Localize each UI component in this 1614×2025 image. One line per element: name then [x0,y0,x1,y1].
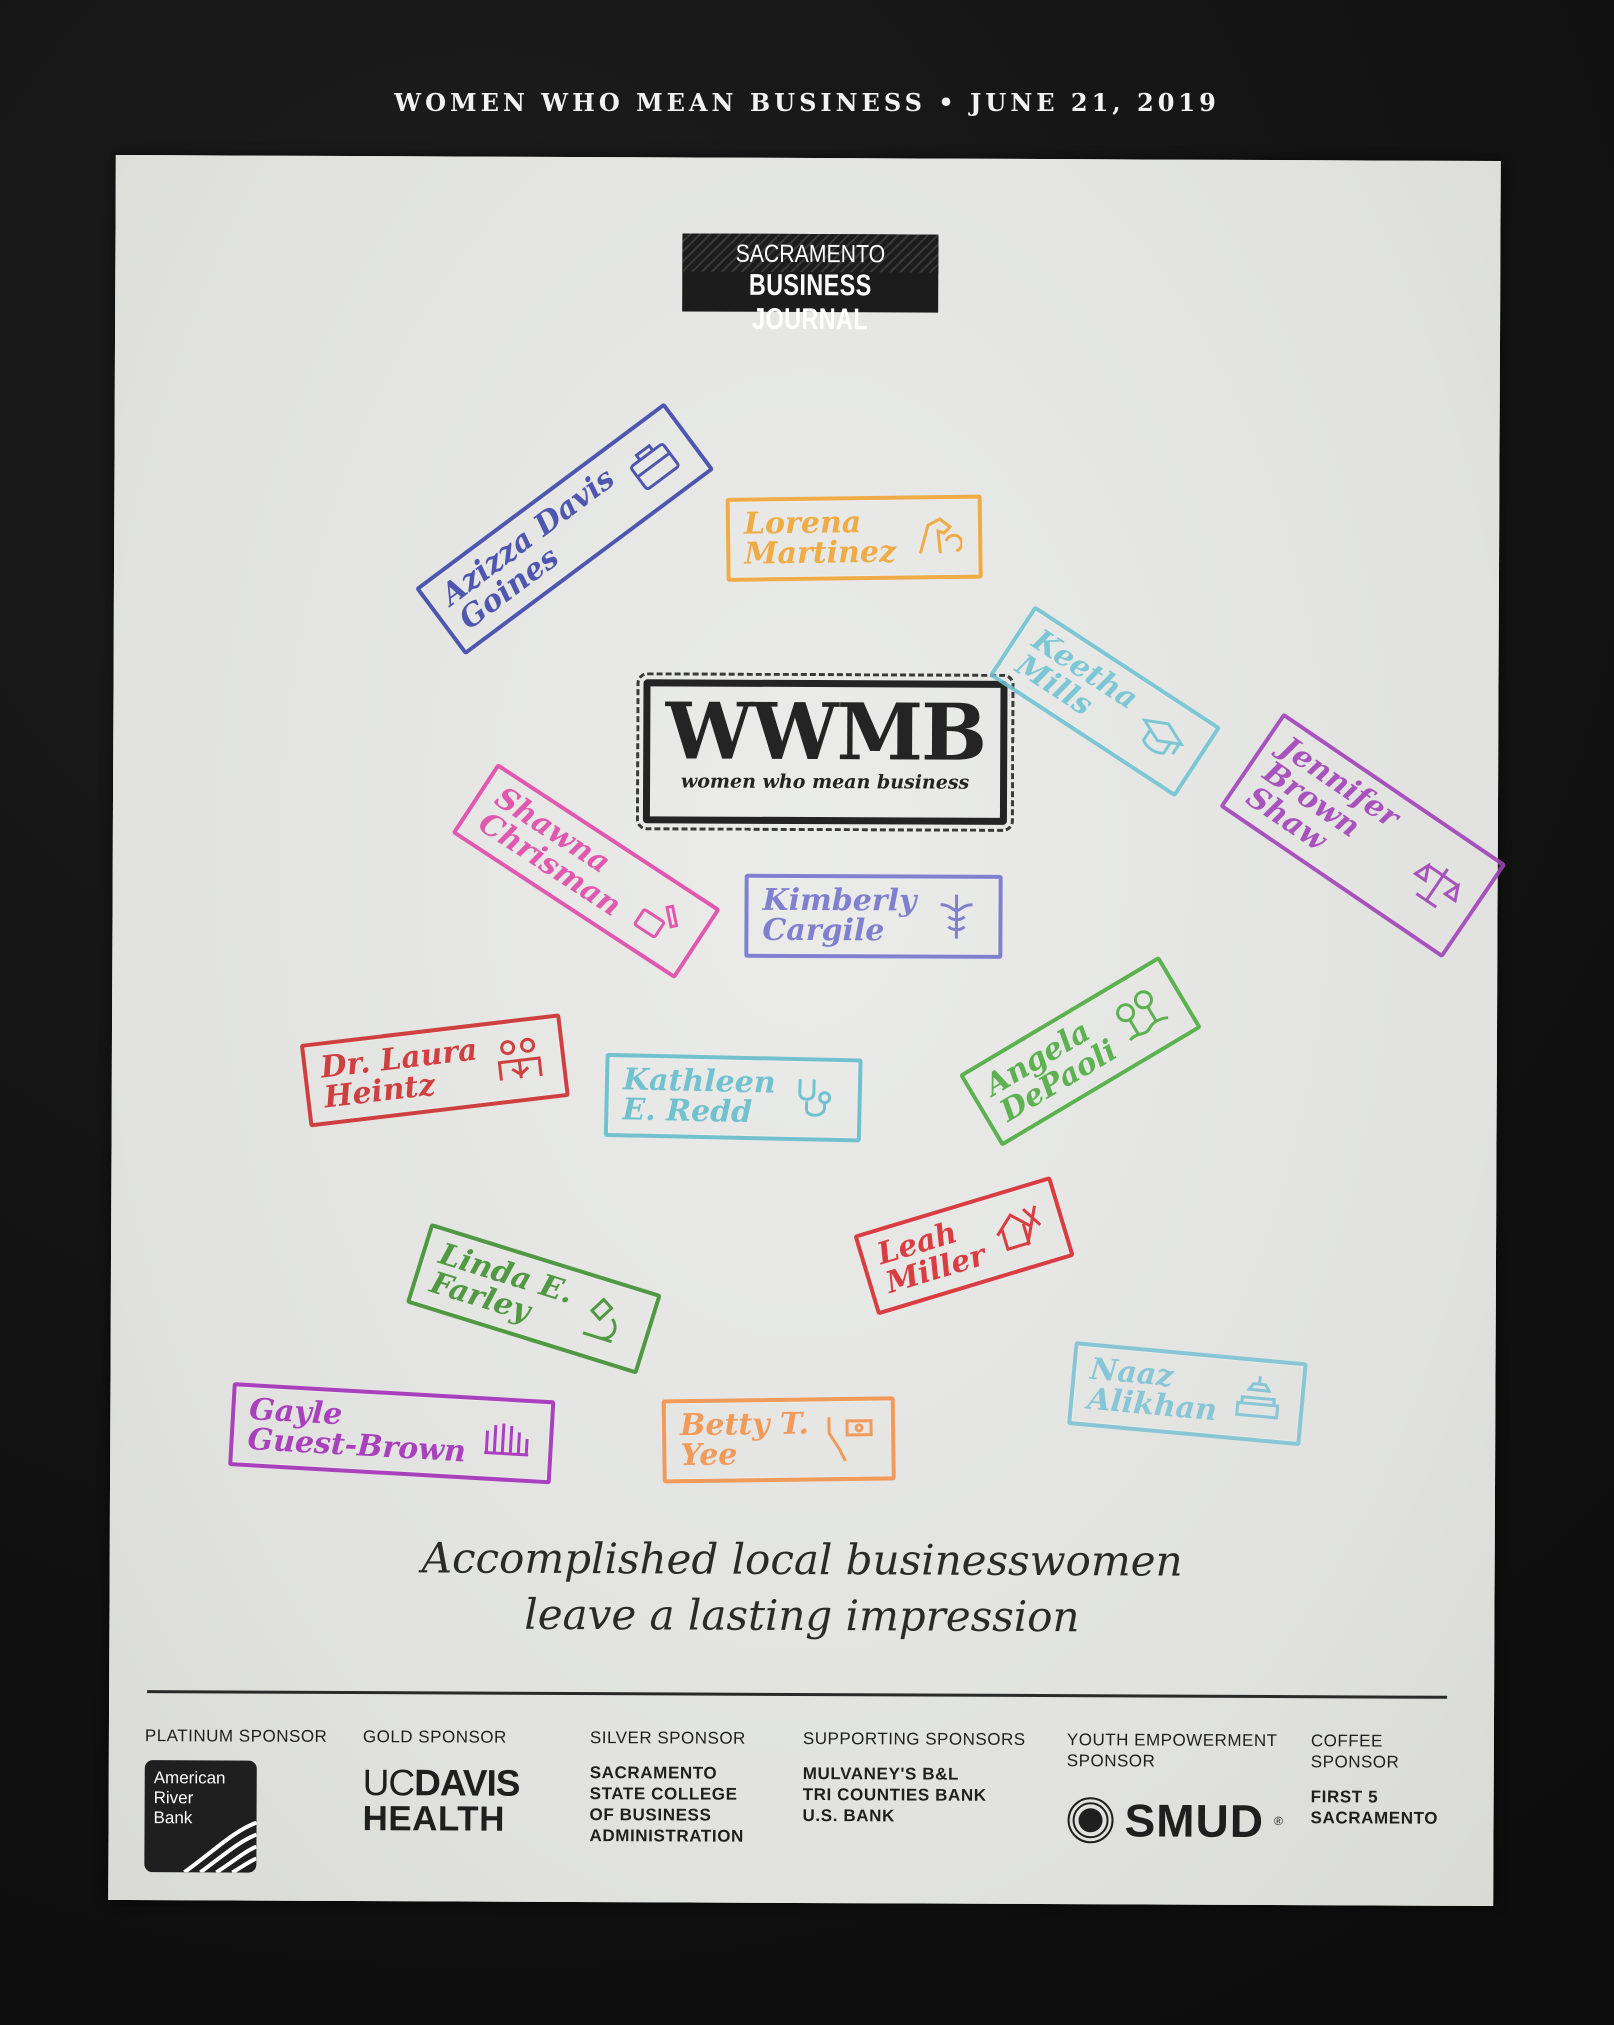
cover-sheet: SACRAMENTO BUSINESS JOURNAL WWMB women w… [108,154,1507,1907]
wwmb-stamp-logo: WWMB women who mean business [635,672,1015,832]
sponsor-names: MULVANEY'S B&L TRI COUNTIES BANK U.S. BA… [802,1763,987,1826]
sponsor-gold: GOLD SPONSOR UCDAVIS HEALTH [362,1726,520,1839]
stamp-kimberly-cargile: Kimberly Cargile [744,873,1003,959]
honoree-name: Lorena Martinez [743,505,897,572]
honoree-name: Leah Miller [873,1215,990,1301]
california-money-icon [823,1413,876,1466]
honoree-name: Dr. Laura Heintz [318,1032,480,1116]
issue-dateline: WOMEN WHO MEAN BUSINESS • JUNE 21, 2019 [394,88,1220,117]
trees-icon [1105,979,1176,1050]
stamp-betty-t-yee: Betty T. Yee [661,1396,896,1484]
smud-text: SMUD [1124,1794,1265,1848]
stamp-gayle-guest-brown: Gayle Guest-Brown [228,1382,555,1485]
sponsor-platinum: PLATINUM SPONSOR American River Bank [144,1725,327,1873]
house-tools-icon [987,1197,1052,1262]
caduceus-icon [930,891,982,943]
smud-circle-icon [1067,1797,1114,1844]
paint-icon [623,883,695,955]
arb-logo-text: American River Bank [153,1768,226,1828]
stamp-lorena-martinez: Lorena Martinez [725,494,983,582]
honoree-name: Kathleen E. Redd [622,1062,776,1131]
footer-divider [147,1690,1448,1699]
honoree-name: Angela DePaoli [978,1013,1124,1130]
sponsor-names: FIRST 5 SACRAMENTO [1310,1787,1439,1828]
uc-davis-health-logo[interactable]: UCDAVIS HEALTH [362,1762,520,1839]
microscope-icon [573,1289,638,1354]
family-icon [490,1032,548,1090]
honoree-name: Gayle Guest-Brown [246,1392,467,1470]
sponsor-youth: YOUTH EMPOWERMENT SPONSOR SMUD ® [1066,1729,1283,1848]
hands-icon [479,1412,534,1467]
stamp-keetha-mills: Keetha Mills [988,605,1221,798]
sponsor-label: GOLD SPONSOR [362,1727,507,1747]
sponsor-coffee: COFFEE SPONSOR FIRST 5 SACRAMENTO [1311,1730,1439,1829]
american-river-bank-logo[interactable]: American River Bank [144,1760,257,1873]
sponsor-label: YOUTH EMPOWERMENT SPONSOR [1066,1730,1278,1771]
stamp-azizza-davis-goines: Azizza Davis Goines [414,402,715,656]
honoree-name: Keetha Mills [1009,622,1145,724]
honoree-name: Betty T. Yee [679,1406,810,1474]
sponsor-label: SILVER SPONSOR [589,1728,746,1748]
stamp-linda-e-farley: Linda E. Farley [405,1222,663,1375]
stamp-naaz-alikhan: Naaz Alikhan [1067,1341,1308,1447]
sponsor-label: SUPPORTING SPONSORS [802,1728,1026,1749]
stamp-laura-heintz: Dr. Laura Heintz [299,1013,570,1128]
tagline-line2: leave a lasting impression [524,1589,1080,1642]
tagline-line1: Accomplished local businesswomen [421,1533,1183,1586]
sponsor-names: SACRAMENTO STATE COLLEGE OF BUSINESS ADM… [589,1763,744,1846]
honoree-name: Kimberly Cargile [762,882,917,949]
stamp-kathleen-e-redd: Kathleen E. Redd [603,1052,863,1143]
wwmb-acronym: WWMB [665,686,986,779]
ucd-davis: DAVIS [414,1762,520,1804]
ucd-uc: UC [362,1762,415,1804]
scales-icon [1400,849,1472,921]
smud-reg: ® [1273,1814,1283,1829]
masthead-line1: SACRAMENTO [735,239,886,269]
sofa-lamp-icon [1230,1372,1287,1429]
horse-icon [909,511,963,564]
cover-tagline: Accomplished local businesswomen leave a… [109,1529,1494,1647]
stamp-leah-miller: Leah Miller [853,1175,1076,1316]
sponsor-label: COFFEE SPONSOR [1310,1731,1400,1772]
stamp-angela-depaoli: Angela DePaoli [958,955,1203,1147]
masthead-line2: BUSINESS JOURNAL [748,268,872,337]
honoree-name: Shawna Chrisman [472,780,628,924]
stethoscope-icon [789,1073,842,1126]
ucd-health: HEALTH [362,1799,505,1839]
wwmb-subtitle: women who mean business [680,770,970,794]
sponsor-supporting: SUPPORTING SPONSORS MULVANEY'S B&L TRI C… [803,1728,1026,1827]
masthead-logo[interactable]: SACRAMENTO BUSINESS JOURNAL [682,233,939,336]
smud-logo[interactable]: SMUD ® [1066,1793,1283,1848]
graduation-cap-icon [1123,701,1195,773]
honoree-name: Jennifer Brown Shaw [1239,729,1406,859]
sponsor-label: PLATINUM SPONSOR [144,1726,328,1746]
honoree-name: Linda E. Farley [425,1236,578,1330]
honoree-name: Azizza Davis Goines [434,460,622,637]
briefcase-icon [616,427,689,500]
honoree-name: Naaz Alikhan [1085,1351,1219,1429]
sponsor-silver: SILVER SPONSOR SACRAMENTO STATE COLLEGE … [589,1727,745,1847]
stamp-jennifer-brown-shaw: Jennifer Brown Shaw [1219,712,1507,959]
